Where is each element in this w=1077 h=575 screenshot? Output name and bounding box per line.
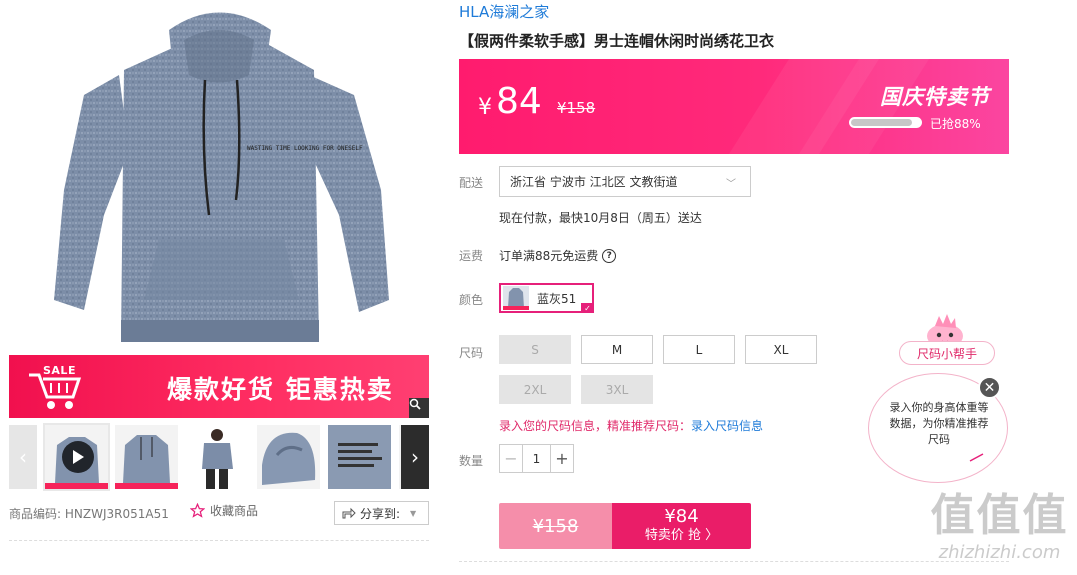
- quantity-decrease-button[interactable]: −: [500, 445, 522, 472]
- watermark: 值值值 zhizhizhi.com: [927, 490, 1072, 564]
- color-option-selected[interactable]: 蓝灰51 ✓: [499, 283, 594, 313]
- product-code-label: 商品编码:: [9, 507, 62, 521]
- buy-deal-price: ¥84: [664, 506, 699, 527]
- buy-deal-label: 特卖价 抢 〉: [644, 528, 719, 543]
- quantity-stepper: − 1 +: [499, 444, 574, 473]
- delivery-estimate: 现在付款，最快10月8日（周五）送达: [499, 211, 702, 225]
- favorite-button[interactable]: 收藏商品: [190, 502, 258, 519]
- pencil-icon: [969, 453, 984, 462]
- address-selector[interactable]: 浙江省 宁波市 江北区 文教街道 ﹀: [499, 166, 751, 197]
- size-option-m[interactable]: M: [581, 335, 653, 364]
- color-option-label: 蓝灰51: [537, 291, 577, 306]
- caret-down-icon: ▼: [410, 508, 417, 518]
- sold-progress-fill: [851, 119, 912, 126]
- festival-title: 国庆特卖节: [880, 85, 990, 109]
- product-code: 商品编码: HNZWJ3R051A51: [9, 505, 169, 522]
- thumbnail-hood-detail[interactable]: [257, 425, 320, 489]
- zoom-button[interactable]: [409, 398, 429, 418]
- size-label: 尺码: [459, 346, 484, 360]
- freight-text: 订单满88元免运费: [499, 249, 599, 263]
- size-helper-button[interactable]: 尺码小帮手: [899, 341, 995, 365]
- hoodie-print-text: WASTING TIME LOOKING FOR ONESELF: [247, 145, 363, 152]
- color-swatch: [503, 286, 529, 310]
- share-label: 分享到:: [360, 506, 401, 521]
- chevron-right-icon: ›: [411, 445, 419, 469]
- share-icon: [342, 507, 356, 519]
- current-price: 84: [496, 81, 542, 122]
- size-recommend-tip: 录入您的尺码信息，精准推荐尺码：录入尺码信息: [499, 417, 763, 434]
- size-tip-text: 录入您的尺码信息，精准推荐尺码：: [499, 419, 692, 433]
- watermark-logo: 值值值: [930, 490, 1069, 541]
- sold-progress-label: 已抢88%: [930, 117, 981, 131]
- freight-info: 订单满88元免运费 ?: [499, 247, 617, 264]
- chevron-left-icon: ‹: [19, 445, 27, 469]
- thumb-next-button[interactable]: ›: [401, 425, 429, 489]
- price-currency: ¥: [478, 95, 492, 120]
- thumb-prev-button[interactable]: ‹: [9, 425, 37, 489]
- thumbnail-front[interactable]: [115, 425, 178, 489]
- quantity-input[interactable]: 1: [522, 445, 551, 472]
- watermark-url: zhizhizhi.com: [938, 542, 1061, 563]
- close-icon[interactable]: ✕: [978, 376, 1001, 399]
- product-code-value: HNZWJ3R051A51: [64, 507, 169, 521]
- buy-deal[interactable]: ¥84 特卖价 抢 〉: [612, 503, 751, 549]
- quantity-label: 数量: [459, 454, 484, 468]
- size-option-l[interactable]: L: [663, 335, 735, 364]
- check-icon: ✓: [581, 303, 594, 313]
- sale-badge-text: SALE: [43, 364, 76, 377]
- cart-icon: SALE: [27, 361, 85, 413]
- address-value: 浙江省 宁波市 江北区 文教街道: [510, 175, 678, 189]
- thumbnail-model[interactable]: [186, 425, 249, 489]
- thumbnail-strip: ‹ ›: [9, 423, 429, 491]
- quantity-increase-button[interactable]: +: [551, 445, 573, 472]
- size-tip-link[interactable]: 录入尺码信息: [691, 419, 763, 433]
- help-icon[interactable]: ?: [602, 248, 617, 263]
- freight-label: 运费: [459, 249, 484, 263]
- sale-banner: SALE 爆款好货 钜惠热卖: [9, 355, 429, 418]
- magnifier-icon: [409, 398, 421, 410]
- original-price: ¥158: [557, 99, 596, 117]
- chevron-down-icon: ﹀: [726, 179, 736, 190]
- thumbnail-video[interactable]: [43, 423, 110, 491]
- price-panel: ¥ 84 ¥158 国庆特卖节 已抢88%: [459, 59, 1009, 154]
- size-option-xl[interactable]: XL: [745, 335, 817, 364]
- size-option-2xl[interactable]: 2XL: [499, 375, 571, 404]
- delivery-label: 配送: [459, 176, 484, 190]
- size-option-3xl[interactable]: 3XL: [581, 375, 653, 404]
- share-button[interactable]: 分享到: ▼: [334, 501, 429, 525]
- divider: [9, 540, 429, 541]
- play-icon[interactable]: [62, 441, 94, 473]
- size-option-s[interactable]: S: [499, 335, 571, 364]
- brand-link[interactable]: HLA海澜之家: [459, 1, 549, 22]
- thumbnail-print-detail[interactable]: [328, 425, 391, 489]
- buy-button[interactable]: ¥158 ¥84 特卖价 抢 〉: [499, 503, 751, 549]
- main-product-image[interactable]: WASTING TIME LOOKING FOR ONESELF SALE 爆款…: [9, 0, 429, 418]
- banner-slogan: 爆款好货 钜惠热卖: [167, 375, 394, 404]
- color-label: 颜色: [459, 293, 484, 307]
- size-helper-text: 录入你的身高体重等数据，为你精准推荐尺码: [889, 401, 989, 446]
- sold-progress-bar: [849, 117, 922, 128]
- favorite-label: 收藏商品: [210, 504, 259, 518]
- buy-original-price: ¥158: [499, 503, 612, 549]
- star-icon: [190, 503, 205, 518]
- product-title: 【假两件柔软手感】男士连帽休闲时尚绣花卫衣: [459, 32, 775, 50]
